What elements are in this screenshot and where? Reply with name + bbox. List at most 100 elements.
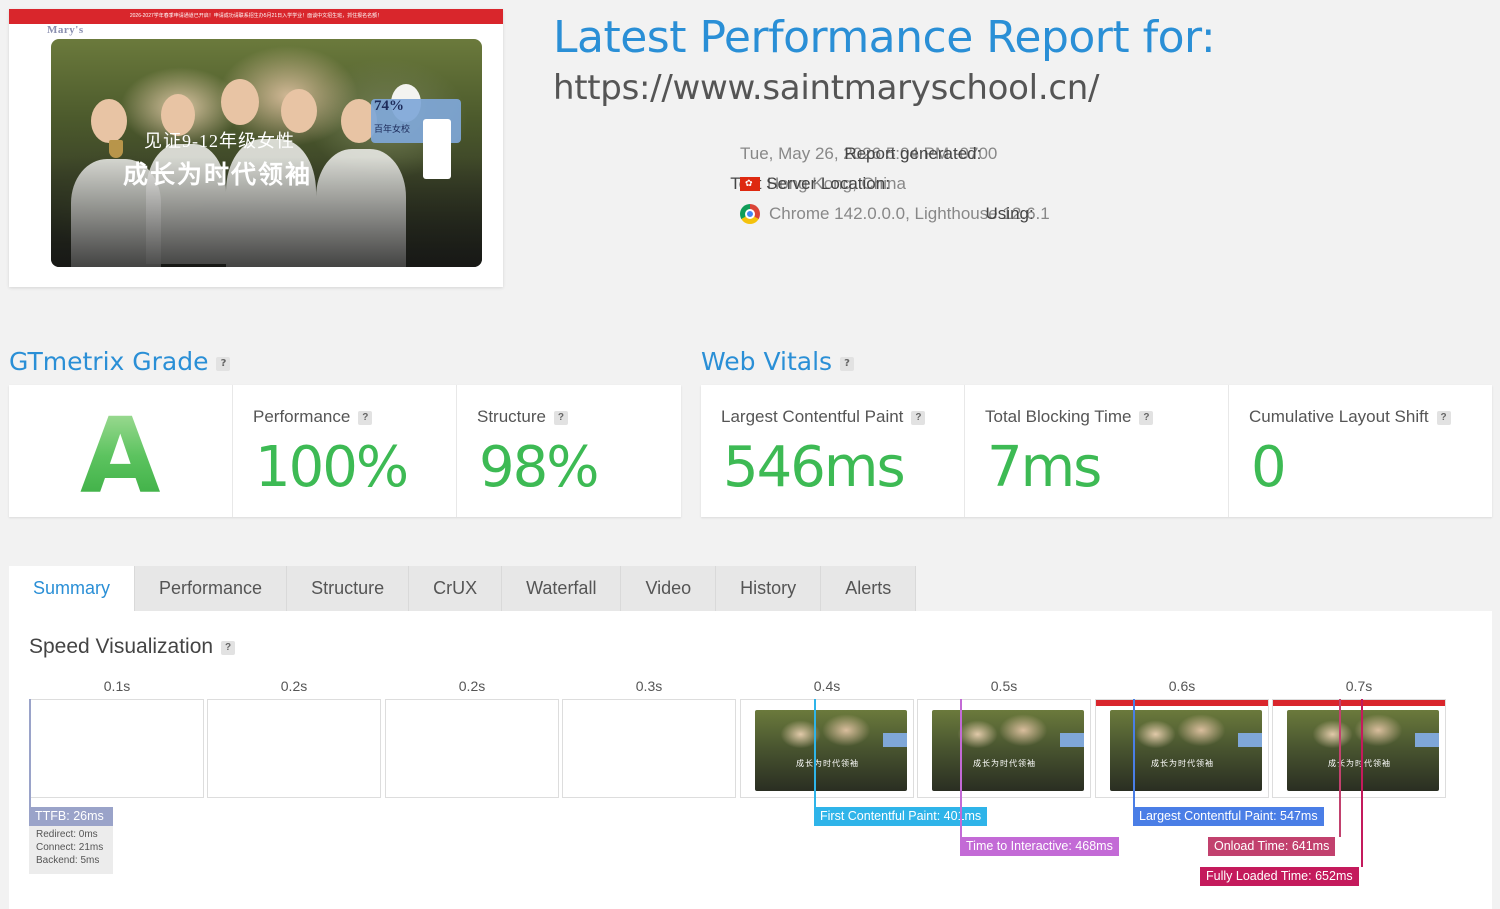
speed-visualization-title-text: Speed Visualization (29, 635, 214, 658)
filmstrip-frame-blank[interactable] (30, 699, 204, 798)
filmstrip-frame-screenshot[interactable]: 成长为时代领袖 (740, 699, 914, 798)
performance-cell: Performance? 100% (233, 385, 457, 517)
lcp-label-row: Largest Contentful Paint? (721, 407, 926, 427)
filmstrip-frame-blank[interactable] (385, 699, 559, 798)
lcp-marker-line (1133, 699, 1135, 807)
ttfb-box: TTFB: 26ms Redirect: 0ms Connect: 21ms B… (29, 807, 113, 874)
browser-using-label: Using: (985, 204, 1034, 223)
cls-cell: Cumulative Layout Shift? 0 (1229, 385, 1492, 517)
lcp-cell: Largest Contentful Paint? 546ms (701, 385, 965, 517)
frame-hero-text: 成长为时代领袖 (796, 759, 859, 768)
help-icon[interactable]: ? (216, 357, 231, 371)
frame-time-label: 0.2s (280, 678, 308, 694)
onload-marker-line (1339, 699, 1341, 837)
help-icon[interactable]: ? (1139, 410, 1154, 425)
frame-hero-text: 成长为时代领袖 (1151, 759, 1214, 768)
filmstrip-frame-screenshot[interactable]: 成长为时代领袖 (917, 699, 1091, 798)
chrome-icon (740, 204, 760, 224)
gtmetrix-grade-panel: A Performance? 100% Structure? 98% (9, 385, 681, 517)
fully-loaded-marker-line (1361, 699, 1363, 867)
frame-hero-text: 成长为时代领袖 (1328, 759, 1391, 768)
help-icon[interactable]: ? (553, 410, 568, 425)
tab-alerts[interactable]: Alerts (821, 566, 917, 611)
speed-visualization-panel: Speed Visualization? 0.1s 0.2s 0.2s 0.3s… (9, 611, 1492, 909)
structure-cell: Structure? 98% (457, 385, 681, 517)
tbt-cell: Total Blocking Time? 7ms (965, 385, 1229, 517)
test-server-location-row: Test Server Location: Hong Kong, China (730, 174, 906, 194)
thumbnail-badge-text: 百年女校 (374, 124, 411, 134)
frame-time-label: 0.1s (103, 678, 131, 694)
frame-time-label: 0.2s (458, 678, 486, 694)
tab-structure[interactable]: Structure (287, 566, 410, 611)
filmstrip-frame-screenshot[interactable]: 成长为时代领袖 (1095, 699, 1269, 798)
frame-time-label: 0.5s (990, 678, 1018, 694)
structure-value: 98% (479, 435, 599, 500)
speed-visualization-title: Speed Visualization? (29, 635, 236, 659)
tab-summary[interactable]: Summary (9, 566, 136, 611)
browser-using-row: Using: Chrome 142.0.0.0, Lighthouse 12.6… (740, 204, 1050, 224)
lcp-label: Largest Contentful Paint (721, 407, 904, 426)
tab-video[interactable]: Video (621, 566, 717, 611)
frame-time-label: 0.3s (635, 678, 663, 694)
fcp-marker-line (814, 699, 816, 807)
tab-crux[interactable]: CrUX (409, 566, 503, 611)
filmstrip-frame-screenshot[interactable]: 成长为时代领袖 (1272, 699, 1446, 798)
web-vitals-title-text: Web Vitals (701, 347, 833, 376)
tti-marker-label: Time to Interactive: 468ms (960, 837, 1119, 856)
structure-label-row: Structure? (477, 407, 568, 427)
cls-value: 0 (1251, 435, 1287, 500)
frame-time-label: 0.6s (1168, 678, 1196, 694)
frame-time-label: 0.7s (1345, 678, 1373, 694)
tbt-label: Total Blocking Time (985, 407, 1132, 426)
performance-label: Performance (253, 407, 351, 426)
thumbnail-badge-percent: 74% (374, 98, 404, 114)
ttfb-marker-line (29, 699, 31, 807)
cls-label-row: Cumulative Layout Shift? (1249, 407, 1451, 427)
fully-loaded-marker-label: Fully Loaded Time: 652ms (1200, 867, 1359, 886)
tab-history[interactable]: History (716, 566, 822, 611)
report-title: Latest Performance Report for: (553, 12, 1216, 63)
help-icon[interactable]: ? (840, 357, 855, 371)
ttfb-redirect: Redirect: 0ms (36, 829, 98, 840)
tbt-label-row: Total Blocking Time? (985, 407, 1154, 427)
ttfb-backend: Backend: 5ms (36, 855, 100, 866)
help-icon[interactable]: ? (358, 410, 373, 425)
web-vitals-panel: Largest Contentful Paint? 546ms Total Bl… (701, 385, 1492, 517)
help-icon[interactable]: ? (911, 410, 926, 425)
report-tabs: Summary Performance Structure CrUX Water… (9, 566, 917, 611)
hong-kong-flag-icon (740, 177, 760, 191)
onload-marker-label: Onload Time: 641ms (1208, 837, 1336, 856)
performance-label-row: Performance? (253, 407, 373, 427)
help-icon[interactable]: ? (221, 641, 236, 655)
help-icon[interactable]: ? (1436, 410, 1451, 425)
web-vitals-title: Web Vitals? (701, 347, 855, 376)
gtmetrix-grade-title: GTmetrix Grade? (9, 347, 231, 376)
performance-value: 100% (255, 435, 409, 500)
thumbnail-hero-line1: 见证9-12年级女性 (144, 131, 295, 151)
filmstrip-frame-blank[interactable] (562, 699, 736, 798)
cls-label: Cumulative Layout Shift (1249, 407, 1429, 426)
frame-hero-text: 成长为时代领袖 (973, 759, 1036, 768)
grade-cell: A (9, 385, 233, 517)
tab-waterfall[interactable]: Waterfall (502, 566, 622, 611)
tab-performance[interactable]: Performance (135, 566, 288, 611)
report-url: https://www.saintmaryschool.cn/ (553, 68, 1100, 108)
thumbnail-announcement-bar: 2026-2027学年春季申请通道已开启！申请成功请联系招生办5月21日入学学业… (9, 9, 503, 24)
report-generated-row: Report generated: Tue, May 26, 2026 5:04… (740, 144, 997, 164)
thumbnail-logo: Mary's (47, 24, 84, 36)
thumbnail-hero-line2: 成长为时代领袖 (123, 162, 313, 189)
lcp-marker-label: Largest Contentful Paint: 547ms (1133, 807, 1324, 826)
grade-letter: A (80, 395, 161, 517)
school-crest-icon (109, 140, 123, 158)
thumbnail-side-widget (423, 119, 451, 179)
structure-label: Structure (477, 407, 546, 426)
frame-time-label: 0.4s (813, 678, 841, 694)
ttfb-label: TTFB: 26ms (29, 807, 113, 826)
tti-marker-line (960, 699, 962, 837)
tbt-value: 7ms (987, 435, 1102, 500)
page-screenshot-thumbnail[interactable]: 2026-2027学年春季申请通道已开启！申请成功请联系招生办5月21日入学学业… (9, 9, 503, 287)
gtmetrix-grade-title-text: GTmetrix Grade (9, 347, 209, 376)
lcp-value: 546ms (723, 435, 906, 500)
filmstrip-frame-blank[interactable] (207, 699, 381, 798)
report-generated-label: Report generated: (844, 144, 982, 163)
